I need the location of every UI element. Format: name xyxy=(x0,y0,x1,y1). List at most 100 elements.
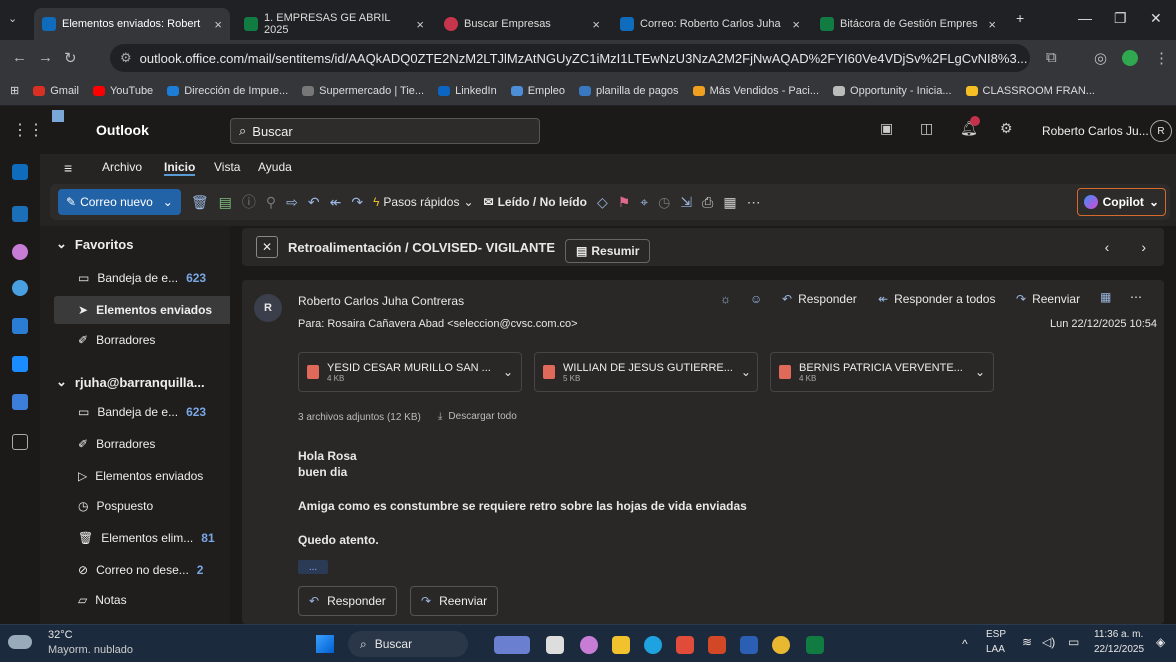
apps-icon[interactable]: ⊞ xyxy=(10,84,19,97)
menu-vista[interactable]: Vista xyxy=(214,160,240,174)
extensions-icon[interactable]: ⧉ xyxy=(1046,49,1057,66)
more-icon[interactable]: ⋯ xyxy=(747,194,761,211)
menu-inicio[interactable]: Inicio xyxy=(164,160,196,176)
wifi-icon[interactable]: ≋ xyxy=(1022,635,1032,649)
apps-icon[interactable]: ▦ xyxy=(1100,290,1111,304)
read-unread-button[interactable]: ✉ Leído / No leído xyxy=(484,195,587,209)
close-icon[interactable]: × xyxy=(416,17,424,32)
new-mail-button[interactable]: ✎ Correo nuevo ⌄ xyxy=(58,189,181,215)
sweep-icon[interactable]: ⚲ xyxy=(266,194,276,211)
menu-ayuda[interactable]: Ayuda xyxy=(258,160,292,174)
acc-sent[interactable]: ▷ Elementos enviados xyxy=(78,462,224,490)
tab-search-icon[interactable]: ⌄ xyxy=(8,12,17,25)
acc-snoozed[interactable]: ◷ Pospuesto xyxy=(78,492,224,520)
print-icon[interactable]: ⎙ xyxy=(702,194,713,211)
store-icon[interactable] xyxy=(676,636,694,654)
summarize-button[interactable]: ▤ Resumir xyxy=(565,239,651,263)
mail-icon[interactable] xyxy=(12,164,28,180)
close-icon[interactable]: × xyxy=(592,17,600,32)
todo-icon[interactable] xyxy=(12,318,28,334)
browser-menu-icon[interactable]: ⋮ xyxy=(1154,49,1169,67)
calendar-icon[interactable] xyxy=(12,206,28,222)
site-info-icon[interactable]: ⚙ xyxy=(120,50,132,66)
acc-inbox[interactable]: ▭ Bandeja de e... 623 xyxy=(78,398,224,426)
fav-drafts[interactable]: ✐ Borradores xyxy=(78,326,224,354)
sender-avatar[interactable]: R xyxy=(254,294,282,322)
user-name[interactable]: Roberto Carlos Ju... xyxy=(1042,124,1149,138)
org-icon[interactable] xyxy=(12,394,28,410)
restore-icon[interactable]: ❐ xyxy=(1114,10,1127,27)
powerpoint-icon[interactable] xyxy=(708,636,726,654)
people-icon[interactable] xyxy=(12,280,28,296)
close-icon[interactable]: × xyxy=(988,17,996,32)
minimize-icon[interactable]: — xyxy=(1078,10,1092,26)
excel-icon[interactable] xyxy=(806,636,824,654)
notes-icon[interactable]: ◫ xyxy=(920,120,933,137)
clock-date[interactable]: 22/12/2025 xyxy=(1094,644,1144,655)
reply-icon[interactable]: ↶ xyxy=(308,194,320,211)
reply-all-icon[interactable]: ↞ xyxy=(330,194,342,211)
app-launcher-icon[interactable]: ⋮⋮ xyxy=(12,120,44,140)
files-icon[interactable] xyxy=(12,356,28,372)
widgets-icon[interactable] xyxy=(494,636,530,654)
menu-archivo[interactable]: Archivo xyxy=(102,160,142,174)
volume-icon[interactable]: ◁) xyxy=(1042,635,1055,649)
bookmark-supermercado[interactable]: Supermercado | Tie... xyxy=(302,85,424,97)
window-close-icon[interactable]: ✕ xyxy=(1150,10,1162,27)
hamburger-icon[interactable]: ≡ xyxy=(64,160,72,176)
favorites-header[interactable]: ⌄ Favoritos xyxy=(56,230,226,258)
tab-bitacora[interactable]: Bitácora de Gestión Empres × xyxy=(812,8,1004,40)
chevron-down-icon[interactable]: ⌄ xyxy=(503,365,513,379)
bookmark-mas-vendidos[interactable]: Más Vendidos - Paci... xyxy=(692,85,819,97)
snooze-icon[interactable]: ◷ xyxy=(658,194,670,211)
flag-icon[interactable]: ⚑ xyxy=(618,194,631,211)
chevron-down-icon[interactable]: ⌄ xyxy=(741,365,751,379)
prev-icon[interactable]: ‹ xyxy=(1105,239,1110,255)
bookmark-opportunity[interactable]: Opportunity - Inicia... xyxy=(833,85,952,97)
acc-junk[interactable]: ⊘ Correo no dese... 2 xyxy=(78,556,224,584)
profile-avatar[interactable] xyxy=(1122,50,1138,66)
forward-button[interactable]: ↷ Reenviar xyxy=(1016,292,1080,306)
meet-icon[interactable]: ▣ xyxy=(880,120,893,137)
acc-drafts[interactable]: ✐ Borradores xyxy=(78,430,224,458)
chevron-up-icon[interactable]: ^ xyxy=(962,637,968,651)
tab-correo[interactable]: Correo: Roberto Carlos Juha × xyxy=(612,8,808,40)
close-icon[interactable]: × xyxy=(792,17,800,32)
weather-temp[interactable]: 32°C xyxy=(48,629,73,641)
apps-icon[interactable]: ▦ xyxy=(723,194,736,211)
copilot-button[interactable]: Copilot ⌄ xyxy=(1076,188,1166,216)
acc-deleted[interactable]: 🗑︎ Elementos elim... 81 xyxy=(78,524,224,552)
tag-icon[interactable]: ◇ xyxy=(597,194,608,211)
forward-bottom-button[interactable]: ↷ Reenviar xyxy=(410,586,499,616)
pin-icon[interactable]: ⌖ xyxy=(640,194,648,211)
new-tab-icon[interactable]: + xyxy=(1016,10,1024,26)
bookmark-dian[interactable]: Dirección de Impue... xyxy=(167,85,288,97)
task-view-icon[interactable] xyxy=(546,636,564,654)
sender-name[interactable]: Roberto Carlos Juha Contreras xyxy=(298,294,464,308)
copilot-icon[interactable] xyxy=(12,244,28,260)
bookmark-empleo[interactable]: Empleo xyxy=(510,85,565,97)
emoji-icon[interactable]: ☺ xyxy=(750,292,762,306)
reply-bottom-button[interactable]: ↶ Responder xyxy=(298,586,397,616)
notification-icon[interactable]: ◈ xyxy=(1156,635,1165,649)
battery-icon[interactable]: ▭ xyxy=(1068,635,1079,649)
copilot-app-icon[interactable] xyxy=(580,636,598,654)
more-icon[interactable]: ⋯ xyxy=(1130,290,1142,304)
tab-empresas[interactable]: 1. EMPRESAS GE ABRIL 2025 × xyxy=(236,8,432,40)
reply-button[interactable]: ↶ Responder xyxy=(782,292,857,306)
back-icon[interactable]: ← xyxy=(12,49,27,66)
rules-icon[interactable]: ⇲ xyxy=(680,194,692,211)
archive-icon[interactable]: ▤ xyxy=(219,194,232,211)
bookmark-linkedin[interactable]: LinkedIn xyxy=(438,85,497,97)
close-icon[interactable]: ✕ xyxy=(256,236,278,258)
language-layout[interactable]: LAA xyxy=(986,644,1005,655)
reply-all-button[interactable]: ↞ Responder a todos xyxy=(878,292,995,306)
weather-desc[interactable]: Mayorm. nublado xyxy=(48,644,133,656)
delete-icon[interactable]: 🗑︎ xyxy=(191,194,209,211)
attachment-3[interactable]: BERNIS PATRICIA VERVENTE... 4 KB ⌄ xyxy=(770,352,994,392)
tab-sent-items[interactable]: Elementos enviados: Robert × xyxy=(34,8,230,40)
bookmark-youtube[interactable]: YouTube xyxy=(92,85,153,97)
recipient-line[interactable]: Para: Rosaira Cañavera Abad <seleccion@c… xyxy=(298,318,578,330)
attachment-1[interactable]: YESID CESAR MURILLO SAN ... 4 KB ⌄ xyxy=(298,352,522,392)
taskbar-search[interactable]: ⌕ Buscar xyxy=(348,631,468,657)
